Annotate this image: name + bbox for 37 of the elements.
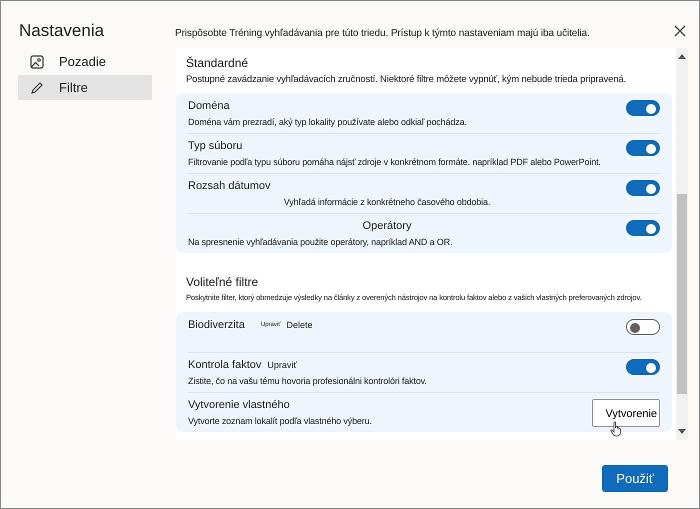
filter-label: Typ súboru [188, 140, 242, 152]
scroll-down-icon[interactable] [678, 429, 686, 434]
sidebar-title: Nastavenia [19, 21, 106, 41]
toggle-switch[interactable] [626, 359, 660, 375]
create-button[interactable]: Vytvorenie [592, 399, 660, 427]
sidebar-item[interactable]: Filtre [18, 75, 152, 100]
filter-description: Vytvorte zoznam lokalít podľa vlastného výberu. [188, 416, 373, 426]
filter-description: Zistite, čo na vašu tému hovoria profesionálni kontrolóri faktov. [188, 376, 428, 386]
section-description: Postupné zavádzanie vyhľadávacích zručností. Niektoré filtre môžete vypnúť, kým nebude trieda pripravená. [186, 74, 627, 85]
close-icon [674, 25, 686, 37]
section-heading: Voliteľné filtre [186, 275, 260, 289]
intro-text: Prispôsobte Tréning vyhľadávania pre túto triedu. Prístup k týmto nastaveniam majú iba učitelia. [175, 28, 590, 39]
filter-description: Filtrovanie podľa typu súboru pomáha nájsť zdroje v konkrétnom formáte. napríklad PDF alebo PowerPoint. [188, 157, 602, 167]
filter-label: Vytvorenie vlastného [188, 399, 290, 411]
filter-description: Doména vám prezradí, aký typ lokality používate alebo odkiaľ pochádza. [188, 117, 468, 127]
apply-button[interactable]: Použiť [602, 464, 668, 492]
pencil-icon [30, 80, 44, 94]
link[interactable]: Upraviť [267, 360, 297, 370]
filter-label: Rozsah dátumov [188, 180, 271, 192]
link[interactable]: Delete [286, 320, 312, 330]
filter-description: Vyhľadá informácie z konkrétneho časového obdobia. [282, 197, 492, 207]
filter-label: Kontrola faktov [188, 359, 262, 371]
scrollbar[interactable] [676, 48, 688, 440]
filter-label: Doména [188, 100, 230, 112]
toggle-switch[interactable] [626, 319, 660, 335]
scrollbar-thumb[interactable] [677, 194, 687, 394]
scroll-up-icon[interactable] [678, 54, 686, 59]
sidebar-item[interactable]: Pozadie [18, 49, 152, 74]
filter-label: Biodiverzita [188, 319, 245, 331]
filter-label: Operátory [362, 220, 412, 232]
toggle-switch[interactable] [626, 100, 660, 116]
section-heading: Štandardné [186, 56, 250, 70]
filter-description: Na spresnenie vyhľadávania použite operátory, napríklad AND a OR. [188, 237, 454, 247]
toggle-switch[interactable] [626, 140, 660, 156]
image-icon [30, 54, 44, 68]
toggle-switch[interactable] [626, 180, 660, 196]
toggle-switch[interactable] [626, 220, 660, 236]
